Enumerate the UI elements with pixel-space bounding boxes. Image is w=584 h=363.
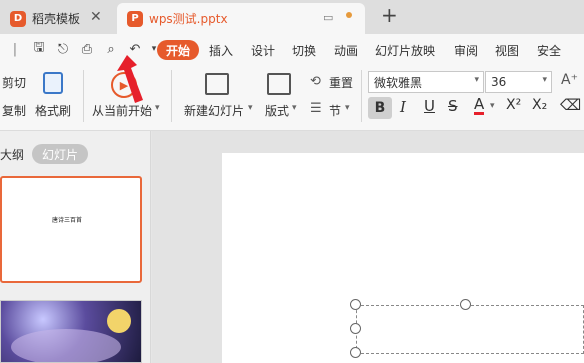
thumbnail-title: 唐诗三百首 <box>52 217 83 224</box>
subscript-icon[interactable]: X₂ <box>532 97 547 113</box>
cut-button[interactable]: 剪切 <box>2 74 26 91</box>
divider <box>171 70 172 122</box>
chevron-down-icon[interactable]: ▾ <box>345 103 350 113</box>
tab-review[interactable]: 审阅 <box>454 40 478 60</box>
layout-button[interactable]: 版式 <box>265 102 289 119</box>
chevron-down-icon[interactable]: ▾ <box>292 103 297 113</box>
divider <box>83 70 84 122</box>
strikethrough-icon[interactable]: S <box>448 97 458 115</box>
format-painter-icon <box>43 72 63 94</box>
resize-handle[interactable] <box>350 299 361 310</box>
tab-design[interactable]: 设计 <box>251 40 275 60</box>
font-color-icon[interactable]: A <box>474 96 485 115</box>
export-icon[interactable]: ⎋ <box>54 40 72 58</box>
tab-document[interactable]: P wps测试.pptx ▭ <box>117 3 365 34</box>
chevron-down-icon: ▾ <box>542 75 547 85</box>
tab-docer-label: 稻壳模板 <box>32 12 81 26</box>
menu-separator-icon: | <box>12 41 18 57</box>
moon-image <box>107 309 131 333</box>
slide-thumbnail[interactable]: 唐诗三百首 <box>0 176 142 283</box>
close-icon[interactable]: ✕ <box>90 9 102 25</box>
font-size-select[interactable]: 36 ▾ <box>485 71 552 93</box>
text-placeholder[interactable] <box>356 305 584 354</box>
docer-logo-icon: D <box>10 10 26 27</box>
divider <box>361 70 362 122</box>
tab-animation[interactable]: 动画 <box>334 40 358 60</box>
tab-transition[interactable]: 切换 <box>292 40 316 60</box>
reset-button[interactable]: 重置 <box>329 74 353 91</box>
tab-insert[interactable]: 插入 <box>209 40 233 60</box>
tab-docer[interactable]: D 稻壳模板 ✕ <box>0 3 112 34</box>
unsaved-dot-icon <box>346 12 352 18</box>
resize-handle[interactable] <box>460 299 471 310</box>
new-tab-button[interactable]: + <box>381 3 398 27</box>
new-slide-icon <box>205 73 229 95</box>
chevron-down-icon[interactable]: ▾ <box>155 103 160 113</box>
font-name-select[interactable]: 微软雅黑 ▾ <box>368 71 484 93</box>
resize-handle[interactable] <box>350 323 361 334</box>
tab-start[interactable]: 开始 <box>157 40 199 60</box>
tab-view[interactable]: 视图 <box>495 40 519 60</box>
new-slide-button[interactable]: 新建幻灯片 <box>184 102 244 119</box>
tab-outline[interactable]: 大纲 <box>0 146 24 163</box>
tab-security[interactable]: 安全 <box>537 40 561 60</box>
tab-slideshow[interactable]: 幻灯片放映 <box>375 40 435 60</box>
save-icon[interactable]: 🖫 <box>30 40 48 58</box>
section-icon: ☰ <box>310 101 322 116</box>
slide-thumbnail[interactable] <box>0 300 142 363</box>
section-button[interactable]: 节 <box>329 102 341 119</box>
clouds-image <box>11 329 121 362</box>
superscript-icon[interactable]: X² <box>506 97 521 113</box>
arrow-annotation-icon <box>117 55 143 103</box>
copy-button[interactable]: 复制 <box>2 102 26 119</box>
bold-icon[interactable]: B <box>368 97 392 119</box>
format-painter-button[interactable]: 格式刷 <box>35 102 71 119</box>
resize-handle[interactable] <box>350 347 361 358</box>
monitor-icon[interactable]: ▭ <box>323 11 333 24</box>
tab-document-label: wps测试.pptx <box>149 12 228 26</box>
eraser-icon[interactable]: ⌫ <box>560 96 581 114</box>
print-icon[interactable]: ⎙ <box>78 40 96 58</box>
increase-font-icon[interactable]: A⁺ <box>561 72 578 88</box>
chevron-down-icon[interactable]: ▾ <box>490 101 495 111</box>
italic-icon[interactable]: I <box>400 98 406 116</box>
layout-icon <box>267 73 291 95</box>
ppt-logo-icon: P <box>127 10 143 27</box>
underline-icon[interactable]: U <box>424 97 435 115</box>
font-name-value: 微软雅黑 <box>374 75 423 90</box>
tab-slides[interactable]: 幻灯片 <box>32 144 88 164</box>
chevron-down-icon: ▾ <box>474 75 479 85</box>
chevron-down-icon[interactable]: ▾ <box>248 103 253 113</box>
font-size-value: 36 <box>491 75 507 89</box>
reset-icon: ⟲ <box>310 74 321 89</box>
